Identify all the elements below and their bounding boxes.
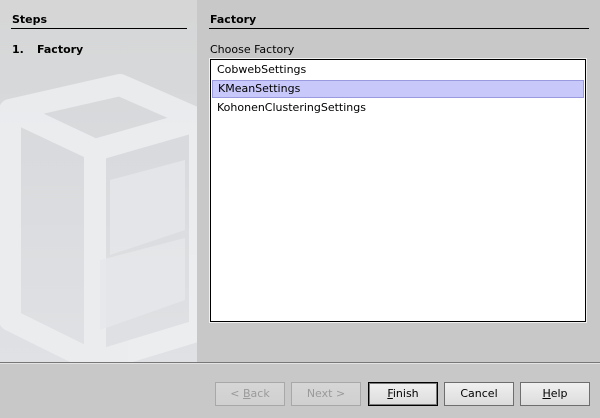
cancel-button[interactable]: Cancel	[444, 382, 514, 406]
step-number: 1.	[12, 43, 24, 56]
list-item-kohonen-clustering-settings[interactable]: KohonenClusteringSettings	[212, 99, 584, 117]
page-title: Factory	[210, 13, 257, 26]
step-item-factory: 1. Factory	[12, 43, 83, 56]
content-panel: Factory Choose Factory CobwebSettings KM…	[197, 0, 600, 362]
list-item-kmean-settings[interactable]: KMeanSettings	[212, 80, 584, 98]
button-bar-divider-highlight	[0, 363, 600, 364]
steps-title: Steps	[12, 13, 48, 26]
step-label: Factory	[37, 43, 84, 56]
title-divider	[209, 28, 589, 29]
finish-button[interactable]: Finish	[368, 382, 438, 406]
back-button[interactable]: < Back	[215, 382, 285, 406]
steps-divider	[11, 28, 187, 29]
wizard-dialog: Steps 1. Factory Factory Choose Factory C…	[0, 0, 600, 418]
next-button[interactable]: Next >	[291, 382, 361, 406]
list-item-cobweb-settings[interactable]: CobwebSettings	[212, 61, 584, 79]
choose-factory-label: Choose Factory	[210, 43, 295, 56]
factory-list[interactable]: CobwebSettings KMeanSettings KohonenClus…	[210, 59, 586, 322]
steps-panel: Steps 1. Factory	[0, 0, 197, 362]
help-button[interactable]: Help	[520, 382, 590, 406]
